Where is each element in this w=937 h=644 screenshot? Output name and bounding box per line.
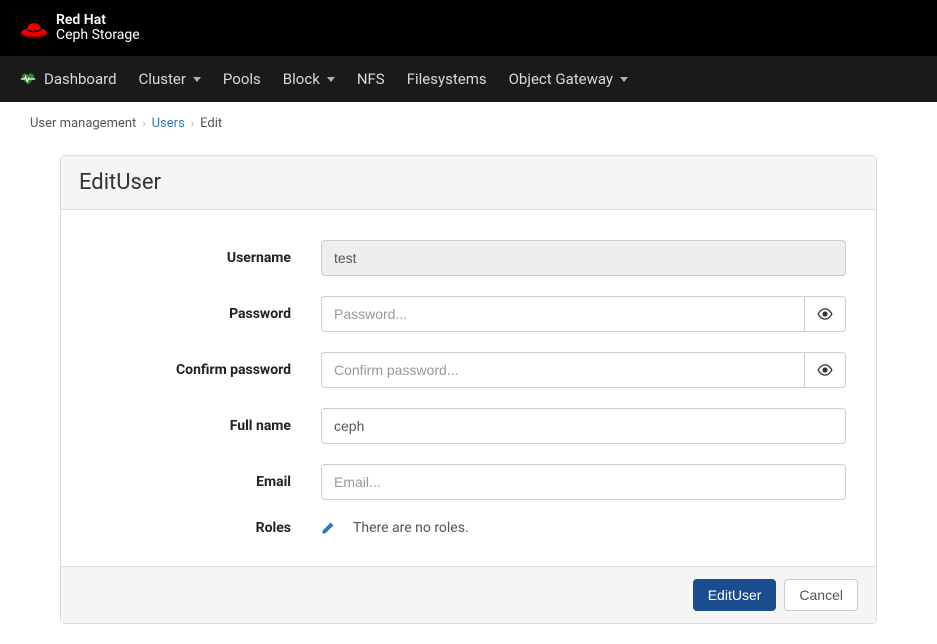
heartbeat-icon	[20, 72, 36, 86]
form-row-roles: Roles There are no roles.	[61, 510, 876, 546]
toggle-password-button[interactable]	[804, 296, 846, 332]
submit-button[interactable]: EditUser	[693, 579, 777, 611]
nav-dashboard[interactable]: Dashboard	[20, 70, 117, 88]
form-row-confirm-password: Confirm password	[61, 342, 876, 398]
brand-name: Red Hat	[56, 13, 140, 28]
nav-block[interactable]: Block	[283, 70, 335, 88]
nav-cluster[interactable]: Cluster	[139, 70, 201, 88]
breadcrumb-item[interactable]: User management	[30, 116, 136, 131]
nav-label: Dashboard	[44, 70, 117, 88]
main-nav: Dashboard Cluster Pools Block NFS Filesy…	[0, 56, 937, 102]
nav-label: Block	[283, 70, 320, 88]
eye-icon	[816, 364, 834, 376]
email-input[interactable]	[321, 464, 846, 500]
fedora-hat-icon	[20, 17, 48, 39]
form-row-fullname: Full name	[61, 398, 876, 454]
toggle-confirm-password-button[interactable]	[804, 352, 846, 388]
confirm-password-input[interactable]	[321, 352, 804, 388]
nav-filesystems[interactable]: Filesystems	[407, 70, 487, 88]
breadcrumb-separator-icon: ›	[191, 117, 194, 130]
panel-title: EditUser	[61, 156, 876, 210]
roles-empty-text: There are no roles.	[353, 520, 469, 536]
nav-label: Filesystems	[407, 70, 487, 88]
breadcrumb-item-users[interactable]: Users	[152, 116, 185, 131]
nav-label: NFS	[357, 70, 385, 88]
nav-label: Pools	[223, 70, 261, 88]
logo[interactable]: Red Hat Ceph Storage	[20, 13, 140, 44]
top-bar: Red Hat Ceph Storage	[0, 0, 937, 56]
email-label: Email	[91, 474, 321, 490]
username-label: Username	[91, 250, 321, 266]
fullname-input[interactable]	[321, 408, 846, 444]
breadcrumb-separator-icon: ›	[142, 117, 145, 130]
password-label: Password	[91, 306, 321, 322]
chevron-down-icon	[327, 77, 335, 82]
pencil-icon[interactable]	[321, 521, 335, 535]
breadcrumb-item-current: Edit	[200, 116, 222, 131]
product-name: Ceph Storage	[56, 28, 140, 43]
cancel-button[interactable]: Cancel	[784, 579, 858, 611]
eye-icon	[816, 308, 834, 320]
edit-user-panel: EditUser Username Password	[60, 155, 877, 624]
chevron-down-icon	[620, 77, 628, 82]
panel-footer: EditUser Cancel	[61, 566, 876, 623]
logo-text: Red Hat Ceph Storage	[56, 13, 140, 44]
nav-nfs[interactable]: NFS	[357, 70, 385, 88]
password-input[interactable]	[321, 296, 804, 332]
fullname-label: Full name	[91, 418, 321, 434]
form-row-password: Password	[61, 286, 876, 342]
nav-pools[interactable]: Pools	[223, 70, 261, 88]
breadcrumb: User management › Users › Edit	[0, 102, 937, 145]
confirm-password-label: Confirm password	[91, 362, 321, 378]
panel-body: Username Password Conf	[61, 210, 876, 566]
nav-object-gateway[interactable]: Object Gateway	[509, 70, 628, 88]
roles-label: Roles	[91, 520, 321, 536]
form-row-email: Email	[61, 454, 876, 510]
form-row-username: Username	[61, 230, 876, 286]
nav-label: Cluster	[139, 70, 186, 88]
username-input	[321, 240, 846, 276]
nav-label: Object Gateway	[509, 70, 613, 88]
chevron-down-icon	[193, 77, 201, 82]
